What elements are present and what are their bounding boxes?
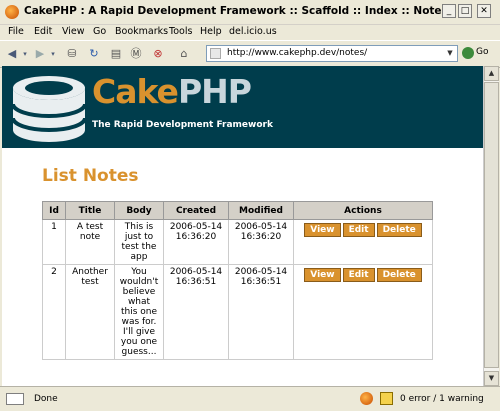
- edit-button[interactable]: Edit: [342, 268, 375, 282]
- column-header-body: Body: [114, 201, 164, 220]
- delete-button[interactable]: Delete: [376, 268, 422, 282]
- table-row: 2 Another test You wouldn't believe what…: [42, 264, 433, 360]
- vertical-scrollbar[interactable]: ▲ ▼: [483, 66, 499, 386]
- menu-edit[interactable]: Edit: [34, 26, 52, 37]
- disk-icon[interactable]: ⛁: [64, 46, 80, 62]
- close-button[interactable]: ✕: [477, 4, 491, 18]
- go-icon[interactable]: [462, 47, 474, 59]
- scroll-down-icon[interactable]: ▼: [484, 371, 499, 386]
- column-header-id: Id: [42, 201, 66, 220]
- forward-dropdown-icon[interactable]: ▾: [48, 46, 58, 62]
- window-titlebar: CakePHP : A Rapid Development Framework …: [0, 0, 500, 25]
- go-button[interactable]: Go: [476, 47, 488, 57]
- cell-title: Another test: [65, 264, 115, 360]
- navigation-toolbar: ◀ ▾ ▶ ▾ ⛁ ↻ ▤ Ⓜ ⊗ ⌂ http://www.cakephp.d…: [0, 40, 500, 68]
- warning-icon[interactable]: [380, 392, 393, 405]
- menu-delicious[interactable]: del.icio.us: [229, 26, 277, 37]
- connection-icon: [6, 393, 24, 405]
- cell-id: 2: [42, 264, 66, 360]
- maximize-button[interactable]: □: [458, 4, 472, 18]
- logo-cake-text: Cake: [92, 72, 179, 111]
- cakephp-logo-text: CakePHP: [92, 72, 252, 111]
- column-header-title: Title: [65, 201, 115, 220]
- scroll-up-icon[interactable]: ▲: [484, 66, 499, 81]
- reload-icon[interactable]: ↻: [86, 46, 102, 62]
- cell-body: You wouldn't believe what this one was f…: [114, 264, 164, 360]
- cell-body: This is just to test the app: [114, 219, 164, 265]
- page-icon: [210, 48, 221, 59]
- url-text[interactable]: http://www.cakephp.dev/notes/: [227, 48, 367, 58]
- minimize-button[interactable]: _: [442, 4, 456, 18]
- status-bar: Done 0 error / 1 warning: [0, 386, 500, 411]
- column-header-modified: Modified: [228, 201, 294, 220]
- menu-help[interactable]: Help: [200, 26, 222, 37]
- table-header-row: Id Title Body Created Modified Actions: [42, 201, 433, 220]
- firefox-status-icon[interactable]: [360, 392, 373, 405]
- window-title: CakePHP : A Rapid Development Framework …: [24, 5, 452, 17]
- delete-button[interactable]: Delete: [376, 223, 422, 237]
- print-icon[interactable]: ▤: [108, 46, 124, 62]
- error-count[interactable]: 0 error / 1 warning: [400, 394, 484, 404]
- bookmarks-icon[interactable]: Ⓜ: [128, 46, 144, 62]
- view-button[interactable]: View: [304, 268, 341, 282]
- table-row: 1 A test note This is just to test the a…: [42, 219, 433, 265]
- edit-button[interactable]: Edit: [342, 223, 375, 237]
- menu-go[interactable]: Go: [93, 26, 106, 37]
- firefox-icon: [5, 5, 19, 19]
- column-header-created: Created: [163, 201, 229, 220]
- page-title: List Notes: [42, 166, 139, 186]
- view-button[interactable]: View: [304, 223, 341, 237]
- home-icon[interactable]: ⌂: [176, 46, 192, 62]
- back-icon[interactable]: ◀: [4, 46, 20, 62]
- cell-modified: 2006-05-14 16:36:20: [228, 219, 294, 265]
- menu-bar: File Edit View Go Bookmarks Tools Help d…: [0, 24, 500, 40]
- cell-actions: View Edit Delete: [293, 264, 433, 360]
- cell-created: 2006-05-14 16:36:51: [163, 264, 229, 360]
- menu-bookmarks[interactable]: Bookmarks: [115, 26, 168, 37]
- status-text: Done: [34, 394, 58, 404]
- menu-view[interactable]: View: [62, 26, 85, 37]
- cell-title: A test note: [65, 219, 115, 265]
- notes-table: Id Title Body Created Modified Actions 1…: [42, 201, 433, 360]
- column-header-actions: Actions: [293, 201, 433, 220]
- logo-php-text: PHP: [177, 72, 252, 111]
- cell-created: 2006-05-14 16:36:20: [163, 219, 229, 265]
- cell-actions: View Edit Delete: [293, 219, 433, 265]
- page-viewport: CakePHP The Rapid Development Framework …: [2, 66, 483, 386]
- cell-modified: 2006-05-14 16:36:51: [228, 264, 294, 360]
- header-subtitle: The Rapid Development Framework: [92, 120, 273, 130]
- forward-icon[interactable]: ▶: [32, 46, 48, 62]
- cell-id: 1: [42, 219, 66, 265]
- menu-tools[interactable]: Tools: [169, 26, 192, 37]
- back-dropdown-icon[interactable]: ▾: [20, 46, 30, 62]
- menu-file[interactable]: File: [8, 26, 24, 37]
- url-dropdown-icon[interactable]: ▼: [444, 47, 456, 60]
- scrollbar-thumb[interactable]: [484, 82, 499, 368]
- stop-icon[interactable]: ⊗: [150, 46, 166, 62]
- cakephp-logo-icon: [11, 76, 87, 142]
- url-bar[interactable]: http://www.cakephp.dev/notes/ ▼: [206, 45, 458, 62]
- cakephp-header: CakePHP The Rapid Development Framework: [2, 66, 483, 148]
